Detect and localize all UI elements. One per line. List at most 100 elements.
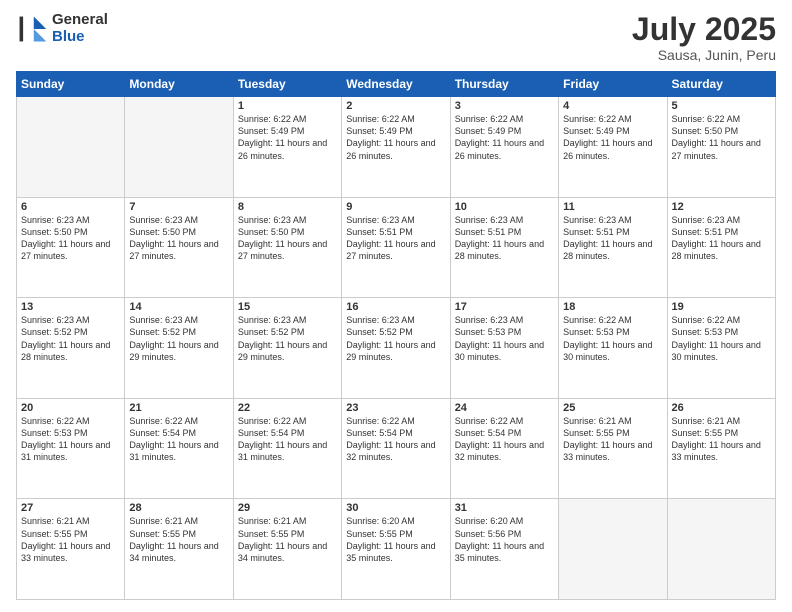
col-tuesday: Tuesday bbox=[233, 72, 341, 97]
week-row-3: 13Sunrise: 6:23 AM Sunset: 5:52 PM Dayli… bbox=[17, 298, 776, 399]
calendar-title: July 2025 bbox=[632, 12, 776, 47]
day-info: Sunrise: 6:22 AM Sunset: 5:54 PM Dayligh… bbox=[238, 415, 337, 464]
cell-w4-d7: 26Sunrise: 6:21 AM Sunset: 5:55 PM Dayli… bbox=[667, 398, 775, 499]
cell-w3-d6: 18Sunrise: 6:22 AM Sunset: 5:53 PM Dayli… bbox=[559, 298, 667, 399]
day-info: Sunrise: 6:22 AM Sunset: 5:50 PM Dayligh… bbox=[672, 113, 771, 162]
day-number: 31 bbox=[455, 502, 554, 514]
day-number: 29 bbox=[238, 502, 337, 514]
day-number: 19 bbox=[672, 301, 771, 313]
cell-w3-d7: 19Sunrise: 6:22 AM Sunset: 5:53 PM Dayli… bbox=[667, 298, 775, 399]
day-number: 21 bbox=[129, 402, 228, 414]
cell-w4-d4: 23Sunrise: 6:22 AM Sunset: 5:54 PM Dayli… bbox=[342, 398, 450, 499]
cell-w1-d5: 3Sunrise: 6:22 AM Sunset: 5:49 PM Daylig… bbox=[450, 97, 558, 198]
cell-w2-d3: 8Sunrise: 6:23 AM Sunset: 5:50 PM Daylig… bbox=[233, 197, 341, 298]
cell-w4-d5: 24Sunrise: 6:22 AM Sunset: 5:54 PM Dayli… bbox=[450, 398, 558, 499]
logo-text: General Blue bbox=[52, 12, 108, 45]
cell-w1-d3: 1Sunrise: 6:22 AM Sunset: 5:49 PM Daylig… bbox=[233, 97, 341, 198]
day-number: 4 bbox=[563, 100, 662, 112]
day-number: 28 bbox=[129, 502, 228, 514]
day-number: 8 bbox=[238, 201, 337, 213]
day-info: Sunrise: 6:22 AM Sunset: 5:49 PM Dayligh… bbox=[563, 113, 662, 162]
cell-w1-d4: 2Sunrise: 6:22 AM Sunset: 5:49 PM Daylig… bbox=[342, 97, 450, 198]
day-number: 14 bbox=[129, 301, 228, 313]
day-number: 16 bbox=[346, 301, 445, 313]
day-number: 9 bbox=[346, 201, 445, 213]
col-thursday: Thursday bbox=[450, 72, 558, 97]
day-number: 7 bbox=[129, 201, 228, 213]
day-number: 13 bbox=[21, 301, 120, 313]
day-number: 12 bbox=[672, 201, 771, 213]
cell-w1-d7: 5Sunrise: 6:22 AM Sunset: 5:50 PM Daylig… bbox=[667, 97, 775, 198]
header: General Blue July 2025 Sausa, Junin, Per… bbox=[16, 12, 776, 63]
day-info: Sunrise: 6:23 AM Sunset: 5:52 PM Dayligh… bbox=[129, 314, 228, 363]
col-monday: Monday bbox=[125, 72, 233, 97]
day-info: Sunrise: 6:22 AM Sunset: 5:53 PM Dayligh… bbox=[672, 314, 771, 363]
day-info: Sunrise: 6:23 AM Sunset: 5:51 PM Dayligh… bbox=[672, 214, 771, 263]
cell-w2-d7: 12Sunrise: 6:23 AM Sunset: 5:51 PM Dayli… bbox=[667, 197, 775, 298]
cell-w3-d3: 15Sunrise: 6:23 AM Sunset: 5:52 PM Dayli… bbox=[233, 298, 341, 399]
day-number: 15 bbox=[238, 301, 337, 313]
day-info: Sunrise: 6:23 AM Sunset: 5:50 PM Dayligh… bbox=[21, 214, 120, 263]
day-info: Sunrise: 6:22 AM Sunset: 5:53 PM Dayligh… bbox=[563, 314, 662, 363]
cell-w5-d2: 28Sunrise: 6:21 AM Sunset: 5:55 PM Dayli… bbox=[125, 499, 233, 600]
cell-w5-d7 bbox=[667, 499, 775, 600]
calendar-header-row: Sunday Monday Tuesday Wednesday Thursday… bbox=[17, 72, 776, 97]
cell-w2-d2: 7Sunrise: 6:23 AM Sunset: 5:50 PM Daylig… bbox=[125, 197, 233, 298]
day-number: 23 bbox=[346, 402, 445, 414]
day-number: 10 bbox=[455, 201, 554, 213]
day-number: 26 bbox=[672, 402, 771, 414]
logo: General Blue bbox=[16, 12, 108, 45]
generalblue-logo-icon bbox=[16, 13, 48, 45]
cell-w4-d1: 20Sunrise: 6:22 AM Sunset: 5:53 PM Dayli… bbox=[17, 398, 125, 499]
day-number: 6 bbox=[21, 201, 120, 213]
cell-w5-d5: 31Sunrise: 6:20 AM Sunset: 5:56 PM Dayli… bbox=[450, 499, 558, 600]
cell-w3-d5: 17Sunrise: 6:23 AM Sunset: 5:53 PM Dayli… bbox=[450, 298, 558, 399]
day-info: Sunrise: 6:22 AM Sunset: 5:49 PM Dayligh… bbox=[455, 113, 554, 162]
day-number: 24 bbox=[455, 402, 554, 414]
cell-w2-d5: 10Sunrise: 6:23 AM Sunset: 5:51 PM Dayli… bbox=[450, 197, 558, 298]
day-number: 11 bbox=[563, 201, 662, 213]
cell-w3-d4: 16Sunrise: 6:23 AM Sunset: 5:52 PM Dayli… bbox=[342, 298, 450, 399]
cell-w5-d6 bbox=[559, 499, 667, 600]
week-row-4: 20Sunrise: 6:22 AM Sunset: 5:53 PM Dayli… bbox=[17, 398, 776, 499]
day-number: 27 bbox=[21, 502, 120, 514]
cell-w5-d3: 29Sunrise: 6:21 AM Sunset: 5:55 PM Dayli… bbox=[233, 499, 341, 600]
col-friday: Friday bbox=[559, 72, 667, 97]
day-info: Sunrise: 6:22 AM Sunset: 5:53 PM Dayligh… bbox=[21, 415, 120, 464]
day-info: Sunrise: 6:21 AM Sunset: 5:55 PM Dayligh… bbox=[672, 415, 771, 464]
col-sunday: Sunday bbox=[17, 72, 125, 97]
day-info: Sunrise: 6:21 AM Sunset: 5:55 PM Dayligh… bbox=[238, 515, 337, 564]
cell-w5-d1: 27Sunrise: 6:21 AM Sunset: 5:55 PM Dayli… bbox=[17, 499, 125, 600]
calendar-location: Sausa, Junin, Peru bbox=[632, 47, 776, 63]
day-info: Sunrise: 6:22 AM Sunset: 5:49 PM Dayligh… bbox=[346, 113, 445, 162]
cell-w4-d6: 25Sunrise: 6:21 AM Sunset: 5:55 PM Dayli… bbox=[559, 398, 667, 499]
day-info: Sunrise: 6:20 AM Sunset: 5:55 PM Dayligh… bbox=[346, 515, 445, 564]
day-info: Sunrise: 6:23 AM Sunset: 5:51 PM Dayligh… bbox=[346, 214, 445, 263]
logo-blue-label: Blue bbox=[52, 29, 108, 46]
week-row-5: 27Sunrise: 6:21 AM Sunset: 5:55 PM Dayli… bbox=[17, 499, 776, 600]
day-number: 2 bbox=[346, 100, 445, 112]
day-info: Sunrise: 6:21 AM Sunset: 5:55 PM Dayligh… bbox=[563, 415, 662, 464]
day-info: Sunrise: 6:21 AM Sunset: 5:55 PM Dayligh… bbox=[21, 515, 120, 564]
cell-w1-d6: 4Sunrise: 6:22 AM Sunset: 5:49 PM Daylig… bbox=[559, 97, 667, 198]
day-info: Sunrise: 6:23 AM Sunset: 5:50 PM Dayligh… bbox=[129, 214, 228, 263]
day-info: Sunrise: 6:23 AM Sunset: 5:52 PM Dayligh… bbox=[238, 314, 337, 363]
cell-w2-d1: 6Sunrise: 6:23 AM Sunset: 5:50 PM Daylig… bbox=[17, 197, 125, 298]
day-number: 17 bbox=[455, 301, 554, 313]
day-number: 18 bbox=[563, 301, 662, 313]
cell-w2-d4: 9Sunrise: 6:23 AM Sunset: 5:51 PM Daylig… bbox=[342, 197, 450, 298]
col-saturday: Saturday bbox=[667, 72, 775, 97]
day-info: Sunrise: 6:23 AM Sunset: 5:52 PM Dayligh… bbox=[346, 314, 445, 363]
cell-w5-d4: 30Sunrise: 6:20 AM Sunset: 5:55 PM Dayli… bbox=[342, 499, 450, 600]
cell-w3-d1: 13Sunrise: 6:23 AM Sunset: 5:52 PM Dayli… bbox=[17, 298, 125, 399]
day-number: 20 bbox=[21, 402, 120, 414]
day-info: Sunrise: 6:23 AM Sunset: 5:52 PM Dayligh… bbox=[21, 314, 120, 363]
day-info: Sunrise: 6:21 AM Sunset: 5:55 PM Dayligh… bbox=[129, 515, 228, 564]
day-info: Sunrise: 6:23 AM Sunset: 5:53 PM Dayligh… bbox=[455, 314, 554, 363]
calendar-table: Sunday Monday Tuesday Wednesday Thursday… bbox=[16, 71, 776, 600]
day-info: Sunrise: 6:22 AM Sunset: 5:54 PM Dayligh… bbox=[346, 415, 445, 464]
day-number: 30 bbox=[346, 502, 445, 514]
col-wednesday: Wednesday bbox=[342, 72, 450, 97]
day-info: Sunrise: 6:23 AM Sunset: 5:51 PM Dayligh… bbox=[455, 214, 554, 263]
week-row-2: 6Sunrise: 6:23 AM Sunset: 5:50 PM Daylig… bbox=[17, 197, 776, 298]
